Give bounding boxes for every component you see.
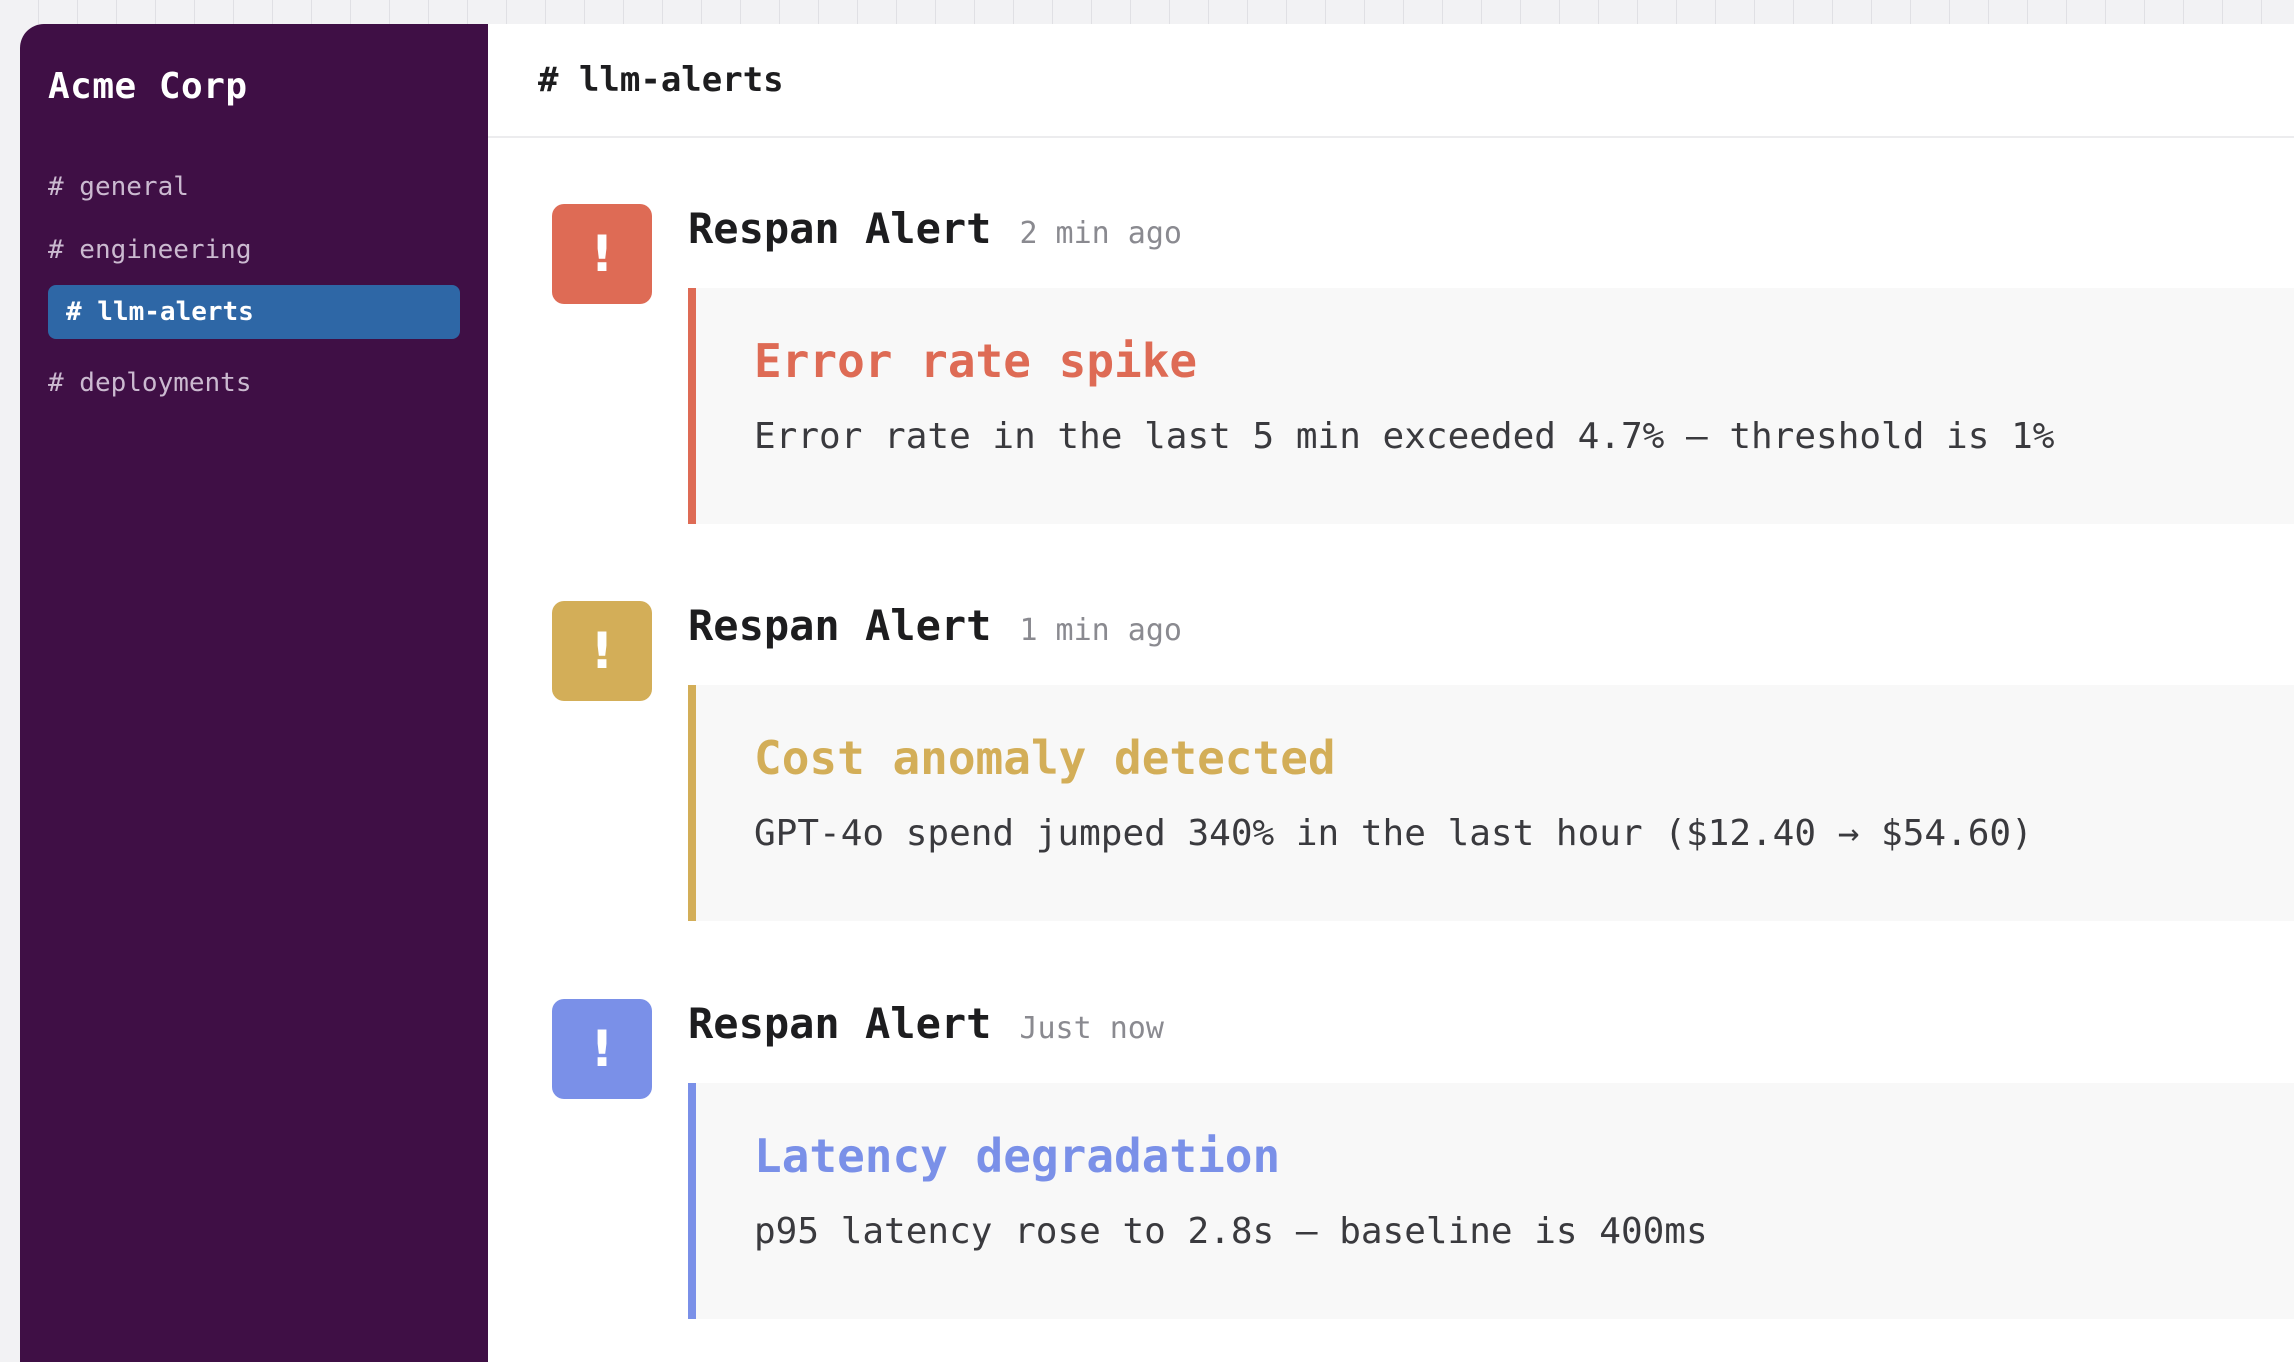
message-timestamp[interactable]: 2 min ago — [1019, 216, 1182, 251]
alert-title: Cost anomaly detected — [754, 731, 1336, 785]
alert-body: p95 latency rose to 2.8s — baseline is 4… — [754, 1211, 1708, 1252]
alert-title: Error rate spike — [754, 334, 1198, 388]
app-window: Acme Corp # general # engineering # llm-… — [20, 24, 2294, 1362]
message-pane: # llm-alerts ! Respan Alert 2 min ago Er… — [488, 24, 2294, 1362]
channel-title: # llm-alerts — [538, 60, 784, 100]
alert-card: Cost anomaly detected GPT-4o spend jumpe… — [688, 685, 2294, 921]
message-header: Respan Alert 1 min ago — [688, 601, 1182, 661]
channel-header: # llm-alerts — [488, 24, 2294, 138]
alert-message-error: ! Respan Alert 2 min ago Error rate spik… — [552, 204, 2294, 544]
sidebar: Acme Corp # general # engineering # llm-… — [20, 24, 488, 1362]
message-author[interactable]: Respan Alert — [688, 204, 991, 253]
alert-body: Error rate in the last 5 min exceeded 4.… — [754, 416, 2055, 457]
alert-icon: ! — [552, 999, 652, 1099]
workspace-name[interactable]: Acme Corp — [48, 66, 460, 107]
message-timestamp[interactable]: 1 min ago — [1019, 613, 1182, 648]
sidebar-item-general[interactable]: # general — [30, 159, 460, 215]
sidebar-item-engineering[interactable]: # engineering — [30, 222, 460, 278]
alert-message-info: ! Respan Alert Just now Latency degradat… — [552, 999, 2294, 1339]
alert-card: Latency degradation p95 latency rose to … — [688, 1083, 2294, 1319]
message-author[interactable]: Respan Alert — [688, 601, 991, 650]
alert-icon: ! — [552, 204, 652, 304]
alert-message-warning: ! Respan Alert 1 min ago Cost anomaly de… — [552, 601, 2294, 941]
message-author[interactable]: Respan Alert — [688, 999, 991, 1048]
message-header: Respan Alert 2 min ago — [688, 204, 1182, 264]
message-header: Respan Alert Just now — [688, 999, 1164, 1059]
screen-frame: Acme Corp # general # engineering # llm-… — [0, 0, 2294, 1362]
alert-title: Latency degradation — [754, 1129, 1281, 1183]
ruler-strip — [0, 0, 2294, 24]
alert-icon: ! — [552, 601, 652, 701]
message-timestamp[interactable]: Just now — [1019, 1011, 1164, 1046]
sidebar-item-deployments[interactable]: # deployments — [30, 355, 460, 411]
alert-body: GPT-4o spend jumped 340% in the last hou… — [754, 813, 2033, 854]
sidebar-item-llm-alerts[interactable]: # llm-alerts — [48, 285, 460, 339]
alert-card: Error rate spike Error rate in the last … — [688, 288, 2294, 524]
